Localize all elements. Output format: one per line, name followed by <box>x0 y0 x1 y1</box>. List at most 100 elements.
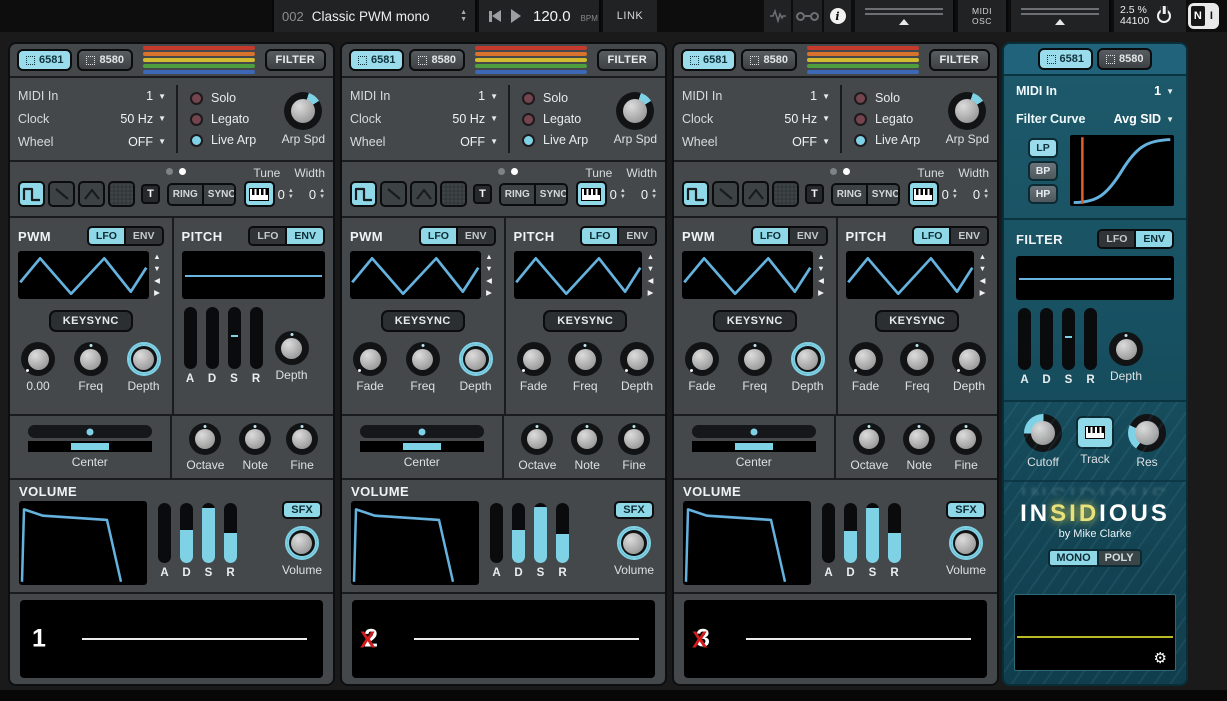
midi-in-select[interactable]: MIDI In1▼ <box>18 89 166 103</box>
tune-stepper[interactable]: 0▲▼ <box>278 187 294 202</box>
ring-mod-button[interactable]: RING <box>501 185 534 204</box>
wheel-select[interactable]: WheelOFF▼ <box>350 135 498 149</box>
clock-select[interactable]: Clock50 Hz▼ <box>682 112 830 126</box>
osc-sync-button[interactable]: SYNC <box>534 185 568 204</box>
gear-icon[interactable]: ⚙ <box>1154 649 1167 667</box>
pwm-lfo-env-toggle[interactable]: LFOENV <box>419 226 496 246</box>
env-tab[interactable]: ENV <box>949 228 987 244</box>
triangle-wave-button[interactable] <box>78 181 105 207</box>
arrow-right-icon[interactable]: ▶ <box>151 288 164 298</box>
live-arp-radio[interactable] <box>190 134 203 147</box>
info-button[interactable]: i <box>824 0 851 32</box>
preset-stepper[interactable]: ▲ ▼ <box>460 9 467 23</box>
note-knob[interactable] <box>903 423 935 455</box>
arrow-up-icon[interactable]: ▲ <box>483 252 496 262</box>
arrow-down-icon[interactable]: ▼ <box>976 264 989 274</box>
arrow-right-icon[interactable]: ▶ <box>644 288 657 298</box>
pwm-lfo-env-toggle[interactable]: LFOENV <box>87 226 164 246</box>
volume-env-display[interactable] <box>19 501 147 585</box>
test-bit-button[interactable]: T <box>141 184 160 204</box>
pitch-lfo-env-toggle[interactable]: LFOENV <box>248 226 325 246</box>
cutoff-knob[interactable] <box>1024 414 1062 452</box>
osc-sync-button[interactable]: SYNC <box>866 185 900 204</box>
sustain-slider[interactable] <box>1062 308 1075 370</box>
triangle-wave-button[interactable] <box>742 181 769 207</box>
attack-slider[interactable] <box>1018 308 1031 370</box>
width-stepper[interactable]: 0▲▼ <box>309 187 325 202</box>
filter-curve-display[interactable] <box>1070 135 1174 206</box>
saw-wave-button[interactable] <box>48 181 75 207</box>
skip-back-button[interactable] <box>489 10 501 22</box>
pitch-freq-knob[interactable] <box>900 342 934 376</box>
filter-route-button[interactable]: FILTER <box>265 49 326 71</box>
env-tab[interactable]: ENV <box>456 228 494 244</box>
midi-osc-button[interactable]: MIDIOSC <box>958 0 1008 32</box>
arrow-down-icon[interactable]: ▼ <box>151 264 164 274</box>
octave-knob[interactable] <box>189 423 221 455</box>
release-slider[interactable] <box>556 503 569 563</box>
solo-radio[interactable] <box>854 92 867 105</box>
volume-knob[interactable] <box>949 526 983 560</box>
live-arp-radio[interactable] <box>522 134 535 147</box>
pulse-wave-button[interactable] <box>18 181 45 207</box>
osc-page-dots[interactable] <box>830 168 850 175</box>
lfo-tab[interactable]: LFO <box>582 228 617 244</box>
preset-selector[interactable]: 002 Classic PWM mono ▲ ▼ <box>272 0 477 32</box>
width-stepper[interactable]: 0▲▼ <box>973 187 989 202</box>
lfo-tab[interactable]: LFO <box>914 228 949 244</box>
poly-button[interactable]: POLY <box>1097 551 1140 565</box>
pwm-lfo-display[interactable] <box>682 251 813 299</box>
decay-slider[interactable] <box>512 503 525 563</box>
wheel-select[interactable]: WheelOFF▼ <box>18 135 166 149</box>
lfo-tab[interactable]: LFO <box>421 228 456 244</box>
arp-speed-knob[interactable] <box>616 92 654 130</box>
env-tab[interactable]: ENV <box>124 228 162 244</box>
ring-mod-button[interactable]: RING <box>169 185 202 204</box>
resonance-knob[interactable] <box>1128 414 1166 452</box>
sustain-slider[interactable] <box>202 503 215 563</box>
midi-in-select[interactable]: MIDI In1▼ <box>682 89 830 103</box>
volume-env-display[interactable] <box>351 501 479 585</box>
keyboard-track-button[interactable] <box>908 181 939 207</box>
arrow-up-icon[interactable]: ▲ <box>976 252 989 262</box>
saw-wave-button[interactable] <box>712 181 739 207</box>
tune-stepper[interactable]: 0▲▼ <box>610 187 626 202</box>
level-slider-right[interactable] <box>1011 0 1111 32</box>
midi-in-select[interactable]: MIDI In1▼ <box>350 89 498 103</box>
arrow-up-icon[interactable]: ▲ <box>151 252 164 262</box>
sequencer-lane[interactable]: 1 <box>20 600 323 678</box>
osc-sync-button[interactable]: SYNC <box>202 185 236 204</box>
noise-wave-button[interactable] <box>772 181 799 207</box>
filter-route-button[interactable]: FILTER <box>929 49 990 71</box>
volume-env-display[interactable] <box>683 501 811 585</box>
voice-mode-toggle[interactable]: MONO POLY <box>1048 549 1141 567</box>
clock-select[interactable]: Clock50 Hz▼ <box>18 112 166 126</box>
filter-route-button[interactable]: FILTER <box>597 49 658 71</box>
osc-page-dots[interactable] <box>166 168 186 175</box>
test-bit-button[interactable]: T <box>805 184 824 204</box>
bpm-value[interactable]: 120.0 <box>533 8 571 25</box>
arrow-up-icon[interactable]: ▲ <box>815 252 828 262</box>
keysync-button[interactable]: KEYSYNC <box>543 310 627 332</box>
chip-8580-button[interactable]: 8580 <box>741 49 796 71</box>
fine-knob[interactable] <box>618 423 650 455</box>
arrow-left-icon[interactable]: ◀ <box>815 276 828 286</box>
bandpass-button[interactable]: BP <box>1028 161 1058 181</box>
chip-6581-button[interactable]: 6581 <box>17 49 72 71</box>
pitch-lfo-env-toggle[interactable]: LFOENV <box>580 226 657 246</box>
tune-stepper[interactable]: 0▲▼ <box>942 187 958 202</box>
octave-knob[interactable] <box>521 423 553 455</box>
stepper-up-icon[interactable]: ▲ <box>460 9 467 16</box>
center-slider[interactable] <box>360 425 484 438</box>
chip-6581-button[interactable]: 6581 <box>681 49 736 71</box>
legato-radio[interactable] <box>190 113 203 126</box>
arrow-left-icon[interactable]: ◀ <box>644 276 657 286</box>
sustain-slider[interactable] <box>228 307 241 369</box>
pwm-fade-knob[interactable] <box>21 342 55 376</box>
slider-handle-icon[interactable] <box>1055 19 1065 25</box>
arp-speed-knob[interactable] <box>284 92 322 130</box>
chip-8580-button[interactable]: 8580 <box>1097 48 1152 70</box>
pwm-lfo-display[interactable] <box>350 251 481 299</box>
output-scope-display[interactable]: ⚙ <box>1014 594 1176 671</box>
arrow-right-icon[interactable]: ▶ <box>483 288 496 298</box>
